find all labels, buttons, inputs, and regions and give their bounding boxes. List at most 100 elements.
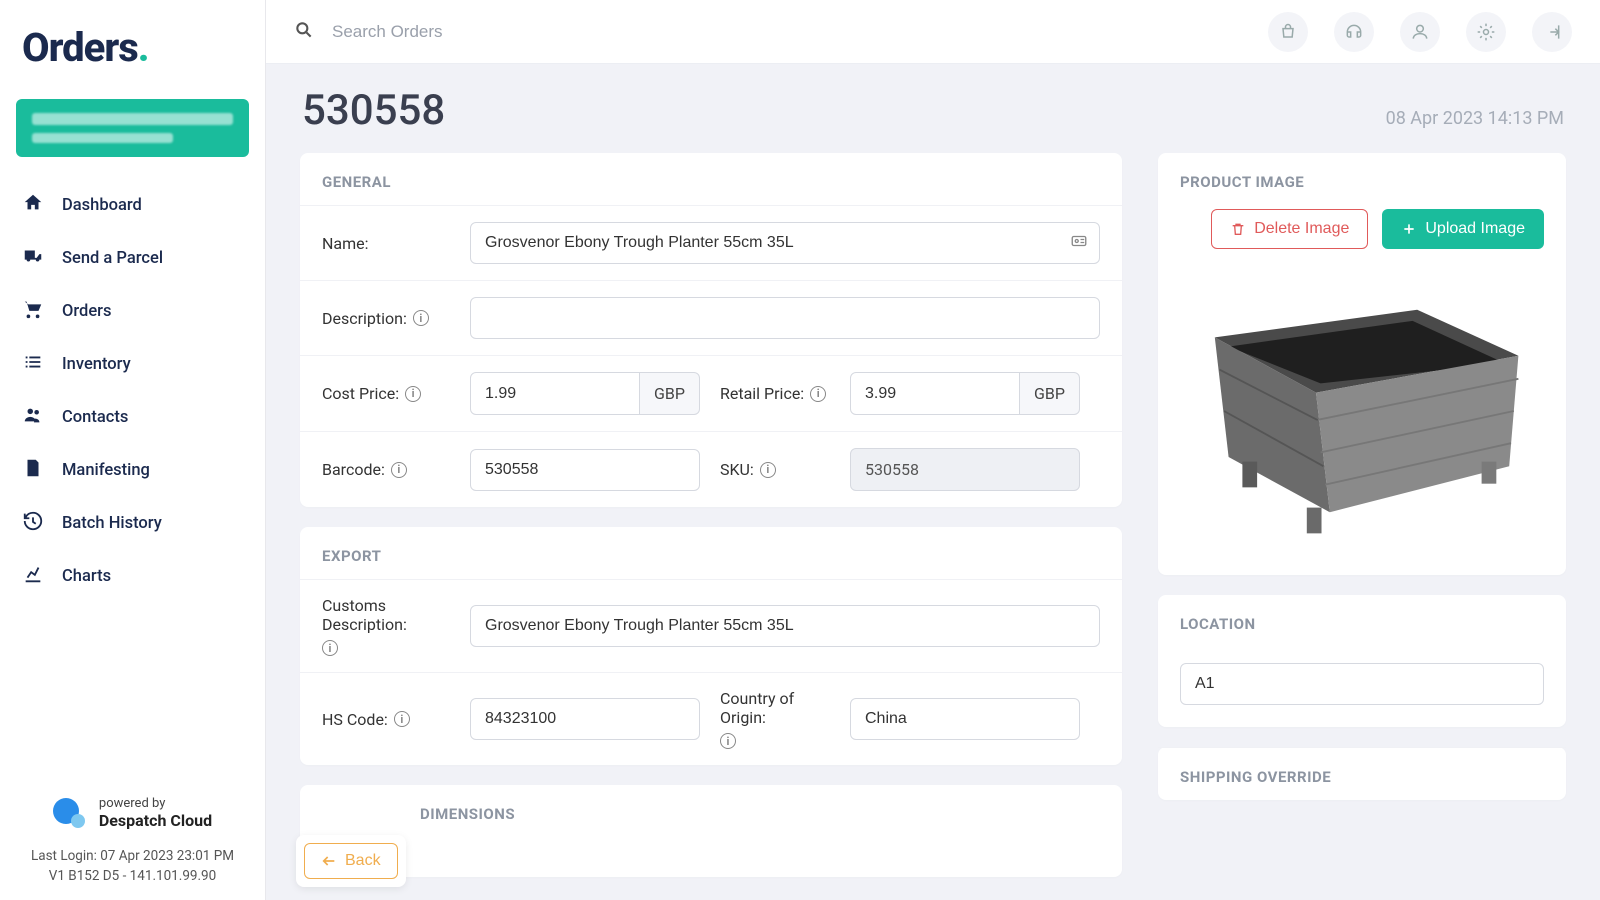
info-icon[interactable]: i: [394, 711, 410, 727]
history-icon: [22, 510, 44, 537]
page-header: 530558 08 Apr 2023 14:13 PM: [300, 86, 1566, 135]
info-icon[interactable]: i: [322, 640, 338, 656]
despatch-cloud-icon: [53, 798, 89, 828]
location-header: LOCATION: [1158, 595, 1566, 647]
truck-icon: [22, 245, 44, 272]
info-icon[interactable]: i: [391, 462, 407, 478]
dimensions-header: DIMENSIONS: [300, 785, 1122, 837]
back-floating: Back: [296, 835, 406, 887]
shipping-override-card: SHIPPING OVERRIDE: [1158, 747, 1566, 800]
nav-label: Inventory: [62, 355, 131, 374]
document-icon: [22, 457, 44, 484]
retail-price-currency: GBP: [1020, 372, 1080, 415]
nav-send-parcel[interactable]: Send a Parcel: [0, 232, 265, 285]
customs-desc-label: Customs Description: i: [322, 596, 450, 656]
delete-image-button[interactable]: Delete Image: [1211, 209, 1368, 249]
upload-image-button[interactable]: Upload Image: [1382, 209, 1544, 249]
barcode-label: Barcode: i: [322, 460, 450, 479]
coo-input[interactable]: [850, 698, 1080, 740]
version-info: V1 B152 D5 - 141.101.99.90: [16, 868, 249, 884]
hs-code-label: HS Code: i: [322, 710, 450, 729]
page-title: 530558: [302, 86, 445, 135]
brand-name: Orders: [22, 24, 138, 71]
main: 530558 08 Apr 2023 14:13 PM GENERAL Name…: [266, 0, 1600, 900]
nav-label: Dashboard: [62, 196, 142, 215]
sku-readonly: 530558: [850, 448, 1080, 491]
users-icon: [22, 404, 44, 431]
nav-label: Batch History: [62, 514, 162, 533]
info-icon[interactable]: i: [720, 733, 736, 749]
name-label: Name:: [322, 234, 450, 253]
dimensions-card: DIMENSIONS: [300, 785, 1122, 877]
powered-brand: Despatch Cloud: [99, 811, 212, 830]
profile-button[interactable]: [1400, 12, 1440, 52]
powered-small: powered by: [99, 796, 212, 811]
product-image-header: PRODUCT IMAGE: [1158, 153, 1566, 209]
general-header: GENERAL: [300, 153, 1122, 205]
nav-orders[interactable]: Orders: [0, 285, 265, 338]
list-icon: [22, 351, 44, 378]
brand-logo: Orders.: [0, 0, 265, 81]
id-card-icon[interactable]: [1070, 232, 1088, 254]
nav-label: Manifesting: [62, 461, 150, 480]
description-input[interactable]: [470, 297, 1100, 339]
powered-by: powered byDespatch Cloud: [16, 796, 249, 830]
nav-manifesting[interactable]: Manifesting: [0, 444, 265, 497]
search-input[interactable]: [332, 22, 1242, 42]
upload-image-label: Upload Image: [1425, 220, 1525, 238]
back-label: Back: [345, 852, 381, 870]
planter-illustration: [1178, 273, 1546, 549]
back-button[interactable]: Back: [304, 843, 398, 879]
customs-desc-input[interactable]: [470, 605, 1100, 647]
settings-button[interactable]: [1466, 12, 1506, 52]
cost-price-currency: GBP: [640, 372, 700, 415]
cost-price-label: Cost Price: i: [322, 384, 450, 403]
nav-label: Contacts: [62, 408, 128, 427]
shipping-override-header: SHIPPING OVERRIDE: [1158, 747, 1566, 800]
home-icon: [22, 192, 44, 219]
nav-inventory[interactable]: Inventory: [0, 338, 265, 391]
search-icon: [294, 20, 314, 44]
topbar: [266, 0, 1600, 64]
support-button[interactable]: [1334, 12, 1374, 52]
barcode-input[interactable]: [470, 449, 700, 491]
export-card: EXPORT Customs Description: i HS Code: i…: [300, 527, 1122, 765]
last-login: Last Login: 07 Apr 2023 23:01 PM: [16, 848, 249, 864]
retail-price-label: Retail Price: i: [720, 384, 830, 403]
chart-icon: [22, 563, 44, 590]
cart-icon: [22, 298, 44, 325]
nav-dashboard[interactable]: Dashboard: [0, 179, 265, 232]
user-company-redacted: [32, 133, 173, 143]
cost-price-input[interactable]: [470, 372, 640, 415]
export-header: EXPORT: [300, 527, 1122, 579]
product-image-preview: [1158, 263, 1566, 575]
content: 530558 08 Apr 2023 14:13 PM GENERAL Name…: [266, 64, 1600, 900]
nav-label: Send a Parcel: [62, 249, 163, 268]
info-icon[interactable]: i: [413, 310, 429, 326]
user-name-redacted: [32, 113, 233, 125]
name-input[interactable]: [470, 222, 1100, 264]
nav-list: Dashboard Send a Parcel Orders Inventory…: [0, 175, 265, 607]
description-label: Description: i: [322, 309, 450, 328]
sidebar-footer: powered byDespatch Cloud Last Login: 07 …: [0, 780, 265, 900]
location-card: LOCATION: [1158, 595, 1566, 727]
nav-batch-history[interactable]: Batch History: [0, 497, 265, 550]
info-icon[interactable]: i: [760, 462, 776, 478]
user-badge[interactable]: [16, 99, 249, 157]
general-card: GENERAL Name: Description: i: [300, 153, 1122, 507]
page-datetime: 08 Apr 2023 14:13 PM: [1386, 108, 1564, 129]
nav-charts[interactable]: Charts: [0, 550, 265, 603]
nav-contacts[interactable]: Contacts: [0, 391, 265, 444]
info-icon[interactable]: i: [810, 386, 826, 402]
shop-button[interactable]: [1268, 12, 1308, 52]
retail-price-input[interactable]: [850, 372, 1020, 415]
brand-dot: .: [138, 24, 149, 71]
info-icon[interactable]: i: [405, 386, 421, 402]
logout-button[interactable]: [1532, 12, 1572, 52]
nav-label: Charts: [62, 567, 111, 586]
sidebar: Orders. Dashboard Send a Parcel Orders I…: [0, 0, 266, 900]
sku-label: SKU: i: [720, 460, 830, 479]
hs-code-input[interactable]: [470, 698, 700, 740]
nav-label: Orders: [62, 302, 112, 321]
location-input[interactable]: [1180, 663, 1544, 705]
